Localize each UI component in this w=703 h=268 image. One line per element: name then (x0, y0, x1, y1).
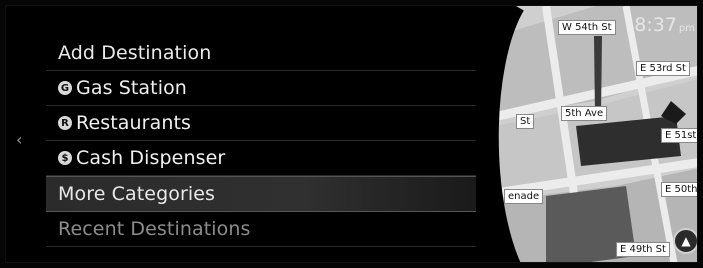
map-view[interactable]: W 54th St E 53rd St 5th Ave St E 51st S … (476, 6, 697, 262)
street-label: E 51st S (661, 128, 697, 143)
menu-title-label: Add Destination (58, 42, 212, 64)
menu-title-add-destination[interactable]: Add Destination (46, 36, 476, 71)
street-label: enade (504, 189, 544, 204)
menu-item-partially-hidden (46, 247, 476, 262)
restaurant-icon: R (58, 116, 72, 130)
menu-item-label: Restaurants (76, 112, 192, 134)
street-label: E 49th St (616, 242, 670, 257)
gas-station-icon: G (58, 81, 72, 95)
street-label: W 54th St (558, 20, 616, 35)
menu-item-more-categories[interactable]: More Categories (46, 176, 476, 212)
menu-item-gas-station[interactable]: G Gas Station (46, 71, 476, 106)
clock-ampm: pm (678, 23, 695, 34)
clock-time: 8:37 (634, 14, 677, 36)
menu-item-label: Cash Dispenser (76, 147, 226, 169)
street-label: E 53rd St (636, 61, 690, 76)
menu-item-label: Recent Destinations (58, 218, 251, 240)
street-label: 5th Ave (561, 106, 608, 121)
street-label: St (516, 114, 535, 129)
display-area: ‹ Add Destination G Gas Station R Restau… (5, 5, 698, 263)
navigation-screen: ‹ Add Destination G Gas Station R Restau… (0, 0, 703, 268)
menu-item-label: Gas Station (76, 77, 187, 99)
cash-dispenser-icon: $ (58, 151, 72, 165)
menu-item-restaurants[interactable]: R Restaurants (46, 106, 476, 141)
destination-menu: Add Destination G Gas Station R Restaura… (46, 36, 476, 262)
clock: 8:37 pm (634, 14, 695, 36)
menu-item-cash-dispenser[interactable]: $ Cash Dispenser (46, 141, 476, 176)
map-building (594, 36, 602, 116)
chevron-left-icon[interactable]: ‹ (16, 132, 26, 148)
menu-item-recent-destinations[interactable]: Recent Destinations (46, 212, 476, 247)
menu-item-label: More Categories (58, 183, 216, 205)
street-label: E 50th S (661, 182, 697, 197)
compass-icon[interactable]: ▲ (673, 228, 697, 254)
